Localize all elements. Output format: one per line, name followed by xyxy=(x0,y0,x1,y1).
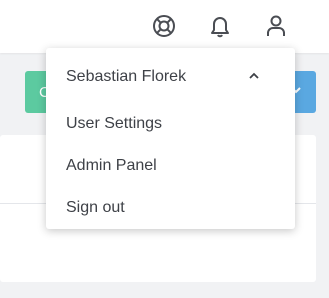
menu-item-label: User Settings xyxy=(66,115,163,132)
menu-item-label: Sign out xyxy=(66,199,125,216)
bell-icon xyxy=(211,17,229,38)
user-menu-header[interactable]: Sebastian Florek xyxy=(46,60,295,92)
user-menu-button[interactable] xyxy=(262,12,290,40)
user-name: Sebastian Florek xyxy=(66,68,187,85)
user-icon xyxy=(267,15,285,36)
top-bar xyxy=(0,0,329,53)
menu-item-user-settings[interactable]: User Settings xyxy=(46,104,295,144)
menu-item-admin-panel[interactable]: Admin Panel xyxy=(46,146,295,186)
notifications-button[interactable] xyxy=(206,12,234,40)
menu-item-label: Admin Panel xyxy=(66,157,157,174)
menu-item-sign-out[interactable]: Sign out xyxy=(46,188,295,228)
user-dropdown-menu: Sebastian Florek User Settings Admin Pan… xyxy=(46,48,295,229)
help-button[interactable] xyxy=(150,12,178,40)
lifebuoy-icon xyxy=(153,15,175,37)
chevron-up-icon xyxy=(249,72,259,79)
